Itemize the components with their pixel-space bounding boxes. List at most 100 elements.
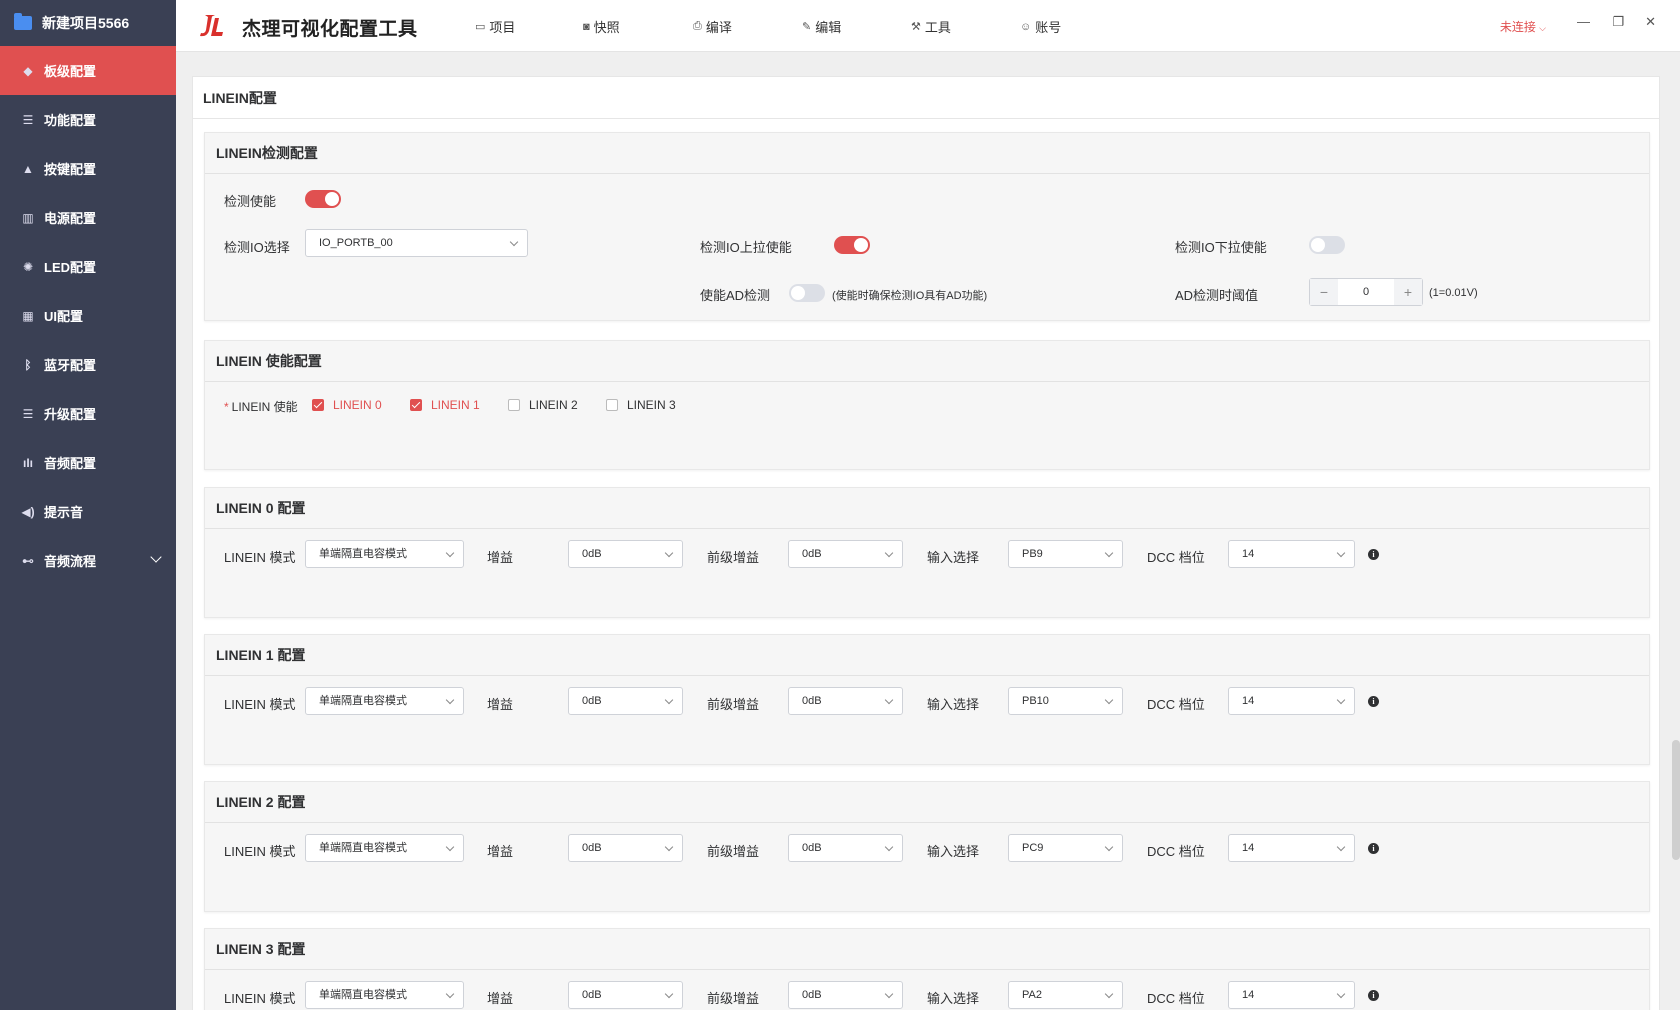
pencil-icon: ✎: [802, 21, 812, 33]
linein3-checkbox[interactable]: LINEIN 3: [606, 398, 676, 412]
gain-select[interactable]: 0dB: [568, 540, 683, 568]
select-value: 14: [1242, 548, 1255, 560]
chevron-down-icon: [1104, 842, 1114, 852]
info-icon[interactable]: i: [1368, 696, 1379, 707]
dcc-select[interactable]: 14: [1228, 540, 1355, 568]
nav-compile[interactable]: ⎙ 编译: [693, 17, 732, 36]
sidebar-item-bluetooth[interactable]: ᛒ 蓝牙配置: [0, 340, 176, 389]
threshold-value[interactable]: 0: [1338, 279, 1394, 305]
pre-gain-select[interactable]: 0dB: [788, 981, 903, 1009]
mode-select[interactable]: 单端隔直电容模式: [305, 834, 464, 862]
dcc-label: DCC 档位: [1147, 991, 1205, 1006]
gain-label: 增益: [487, 550, 514, 565]
sidebar-item-keys[interactable]: ▲ 按键配置: [0, 144, 176, 193]
info-icon[interactable]: i: [1368, 549, 1379, 560]
minimize-button[interactable]: —: [1577, 14, 1590, 29]
sidebar-item-label: 功能配置: [44, 113, 97, 128]
project-header[interactable]: 新建项目5566: [0, 0, 176, 46]
pre-gain-select[interactable]: 0dB: [788, 834, 903, 862]
select-value: 0dB: [802, 989, 822, 1001]
info-icon[interactable]: i: [1368, 990, 1379, 1001]
gain-select[interactable]: 0dB: [568, 834, 683, 862]
select-value: PC9: [1022, 842, 1044, 854]
waveform-icon: ıIı: [22, 455, 33, 470]
connection-status[interactable]: 未连接 ⌵: [1500, 18, 1546, 35]
page-title: LINEIN配置: [193, 77, 1659, 119]
dcc-select[interactable]: 14: [1228, 981, 1355, 1009]
chevron-down-icon: [1336, 842, 1346, 852]
mode-select[interactable]: 单端隔直电容模式: [305, 687, 464, 715]
chevron-down-icon: [884, 989, 894, 999]
nav-label: 快照: [593, 20, 620, 35]
select-value: PB10: [1022, 695, 1049, 707]
input-select[interactable]: PC9: [1008, 834, 1123, 862]
sidebar: 新建项目5566 ◆ 板级配置 ☰ 功能配置 ▲ 按键配置 ▥ 电源配置 ✺ LED配置 …: [0, 0, 176, 1010]
ad-detect-switch[interactable]: [789, 284, 825, 302]
pre-gain-select[interactable]: 0dB: [788, 687, 903, 715]
detect-enable-label: 检测使能: [224, 194, 277, 209]
jl-logo-icon: [200, 15, 223, 37]
pullup-switch[interactable]: [834, 236, 870, 254]
select-value: 14: [1242, 842, 1255, 854]
dcc-select[interactable]: 14: [1228, 687, 1355, 715]
pulldown-switch[interactable]: [1309, 236, 1345, 254]
mode-select[interactable]: 单端隔直电容模式: [305, 540, 464, 568]
info-icon[interactable]: i: [1368, 843, 1379, 854]
sidebar-item-audio[interactable]: ıIı 音频配置: [0, 438, 176, 487]
close-button[interactable]: ✕: [1645, 14, 1656, 30]
chevron-down-icon: [445, 842, 455, 852]
required-marker: *: [224, 400, 229, 414]
sidebar-item-led[interactable]: ✺ LED配置: [0, 242, 176, 291]
mode-label: LINEIN 模式: [224, 991, 296, 1006]
gain-select[interactable]: 0dB: [568, 687, 683, 715]
pre-gain-label: 前级增益: [707, 844, 760, 859]
cube-icon: ◆: [23, 63, 33, 78]
enable-label-text: LINEIN 使能: [231, 400, 298, 414]
sidebar-item-function[interactable]: ☰ 功能配置: [0, 95, 176, 144]
restore-button[interactable]: ❐: [1612, 14, 1624, 30]
folder-icon: ▭: [475, 21, 486, 33]
enable-config-card: LINEIN 使能配置 * LINEIN 使能 LINEIN 0 LINEIN 1…: [204, 340, 1650, 470]
pre-gain-select[interactable]: 0dB: [788, 540, 903, 568]
chevron-down-icon: [1104, 989, 1114, 999]
chevron-down-icon: [445, 695, 455, 705]
input-select[interactable]: PA2: [1008, 981, 1123, 1009]
input-select[interactable]: PB9: [1008, 540, 1123, 568]
nav-snapshot[interactable]: ◙ 快照: [583, 17, 620, 36]
mode-select[interactable]: 单端隔直电容模式: [305, 981, 464, 1009]
sidebar-item-upgrade[interactable]: ☰ 升级配置: [0, 389, 176, 438]
main-content: LINEIN配置 LINEIN检测配置 检测使能 检测IO选择 IO_PORTB…: [176, 52, 1680, 1010]
nav-project[interactable]: ▭ 项目: [475, 17, 515, 36]
nav-label: 编辑: [815, 20, 842, 35]
nav-edit[interactable]: ✎ 编辑: [802, 17, 841, 36]
camera-icon: ◙: [583, 20, 590, 33]
detect-io-select[interactable]: IO_PORTB_00: [305, 229, 528, 257]
chevron-down-icon: [884, 548, 894, 558]
speaker-icon: ◀): [21, 504, 35, 519]
input-select[interactable]: PB10: [1008, 687, 1123, 715]
select-value: PB9: [1022, 548, 1043, 560]
detect-config-card: LINEIN检测配置 检测使能 检测IO选择 IO_PORTB_00 检测IO上…: [204, 132, 1650, 321]
sidebar-item-label: 音频流程: [44, 554, 97, 569]
enable-label: * LINEIN 使能: [224, 398, 298, 415]
linein1-checkbox[interactable]: LINEIN 1: [410, 398, 480, 412]
scrollbar-thumb[interactable]: [1672, 740, 1680, 860]
threshold-stepper[interactable]: − 0 +: [1309, 278, 1423, 306]
sidebar-item-ui[interactable]: ▦ UI配置: [0, 291, 176, 340]
linein2-checkbox[interactable]: LINEIN 2: [508, 398, 578, 412]
input-label: 输入选择: [927, 844, 980, 859]
sidebar-item-audio-flow[interactable]: ⊷ 音频流程: [0, 536, 176, 585]
gain-select[interactable]: 0dB: [568, 981, 683, 1009]
sidebar-item-power[interactable]: ▥ 电源配置: [0, 193, 176, 242]
detect-enable-switch[interactable]: [305, 190, 341, 208]
select-value: 14: [1242, 989, 1255, 1001]
dcc-select[interactable]: 14: [1228, 834, 1355, 862]
decrement-button[interactable]: −: [1310, 279, 1338, 305]
nav-account[interactable]: ☺ 账号: [1020, 17, 1061, 36]
linein0-checkbox[interactable]: LINEIN 0: [312, 398, 382, 412]
sidebar-item-tone[interactable]: ◀) 提示音: [0, 487, 176, 536]
sidebar-item-label: 电源配置: [44, 211, 97, 226]
increment-button[interactable]: +: [1394, 279, 1422, 305]
nav-tools[interactable]: ⚒ 工具: [911, 17, 951, 36]
sidebar-item-board[interactable]: ◆ 板级配置: [0, 46, 176, 95]
